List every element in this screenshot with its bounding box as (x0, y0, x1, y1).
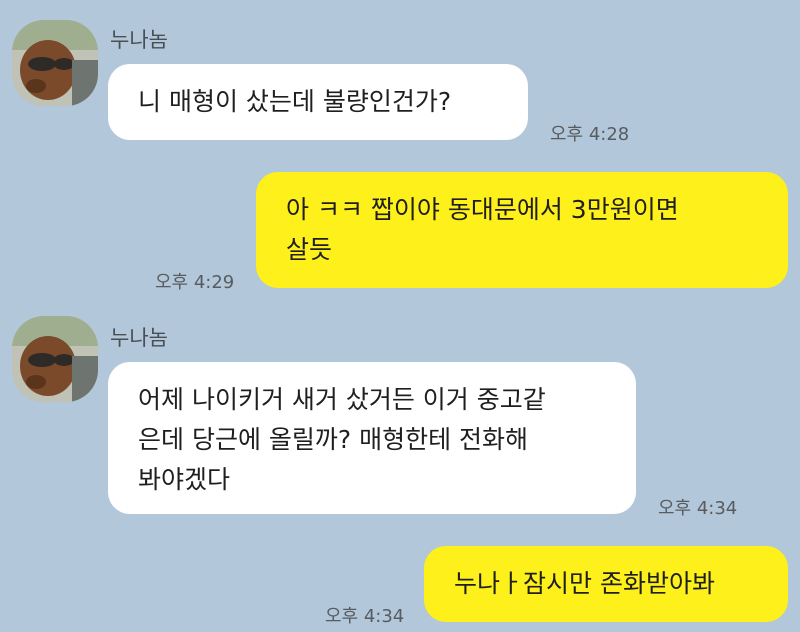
sender-name: 누나놈 (110, 326, 168, 350)
message-timestamp: 오후 4:29 (155, 272, 235, 293)
message-bubble-incoming[interactable]: 어제 나이키거 새거 샀거든 이거 중고같 은데 당근에 올릴까? 매형한테 전… (108, 362, 636, 514)
message-bubble-incoming[interactable]: 니 매형이 샀는데 불량인건가? (108, 64, 528, 140)
message-bubble-outgoing[interactable]: 누나ㅏ잠시만 존화받아봐 (424, 546, 788, 622)
profile-photo-dog-icon (12, 316, 98, 402)
avatar[interactable] (12, 20, 98, 106)
sender-name: 누나놈 (110, 28, 168, 52)
message-timestamp: 오후 4:28 (550, 124, 630, 145)
profile-photo-dog-icon (12, 20, 98, 106)
avatar[interactable] (12, 316, 98, 402)
message-timestamp: 오후 4:34 (325, 606, 405, 627)
message-timestamp: 오후 4:34 (658, 498, 738, 519)
message-bubble-outgoing[interactable]: 아 ㅋㅋ 짭이야 동대문에서 3만원이면 살듯 (256, 172, 788, 288)
